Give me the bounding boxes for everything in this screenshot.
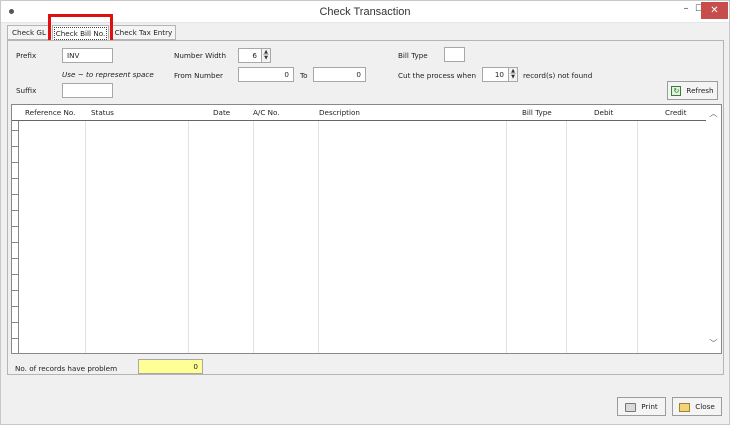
grid-column-separator	[85, 121, 86, 353]
number-width-stepper[interactable]: ▲ ▼	[261, 49, 270, 62]
cut-process-spinner[interactable]: 10 ▲ ▼	[482, 67, 518, 82]
grid-header: Reference No. Status Date A/C No. Descri…	[12, 105, 706, 121]
col-status[interactable]: Status	[86, 105, 119, 121]
cut-process-label: Cut the process when	[398, 71, 477, 80]
close-button[interactable]: Close	[672, 397, 722, 416]
col-reference-no[interactable]: Reference No.	[20, 105, 80, 121]
tab-check-gl[interactable]: Check GL	[7, 25, 51, 40]
grid-vertical-scrollbar[interactable]: ︿ ﹀	[706, 105, 721, 353]
row-indicator-tick	[12, 210, 19, 211]
grid-column-separator	[637, 121, 638, 353]
row-indicator-tick	[12, 226, 19, 227]
col-credit[interactable]: Credit	[660, 105, 692, 121]
row-indicator-tick	[12, 178, 19, 179]
refresh-label: Refresh	[686, 86, 714, 95]
cut-process-value: 10	[494, 70, 504, 79]
row-indicator-tick	[12, 290, 19, 291]
prefix-input[interactable]: INV	[62, 48, 113, 63]
print-label: Print	[641, 402, 658, 411]
col-date[interactable]: Date	[208, 105, 235, 121]
row-indicator-tick	[12, 162, 19, 163]
col-description[interactable]: Description	[314, 105, 365, 121]
row-indicator-tick	[12, 306, 19, 307]
print-button[interactable]: Print	[617, 397, 666, 416]
check-transaction-window: Check Transaction – ☐ ✕ Check GL Check B…	[0, 0, 730, 425]
col-bill-type[interactable]: Bill Type	[517, 105, 557, 121]
grid-column-separator	[318, 121, 319, 353]
problem-records-count: 0	[138, 359, 203, 374]
tab-check-tax-entry[interactable]: Check Tax Entry	[111, 25, 176, 40]
col-ac-no[interactable]: A/C No.	[248, 105, 285, 121]
number-width-spinner[interactable]: 6 ▲ ▼	[238, 48, 271, 63]
row-indicator-column	[12, 105, 19, 353]
to-number-input[interactable]: 0	[313, 67, 366, 82]
spin-down-icon[interactable]: ▼	[263, 55, 269, 61]
row-indicator-tick	[12, 274, 19, 275]
number-width-value: 6	[252, 51, 257, 60]
row-indicator-tick	[12, 258, 19, 259]
suffix-label: Suffix	[16, 86, 37, 95]
bill-type-label: Bill Type	[398, 51, 428, 60]
chevron-down-icon[interactable]: ﹀	[706, 337, 721, 351]
records-not-found-label: record(s) not found	[523, 71, 593, 80]
to-label: To	[300, 71, 308, 80]
grid-column-separator	[188, 121, 189, 353]
suffix-input[interactable]	[62, 83, 113, 98]
row-indicator-tick	[12, 338, 19, 339]
row-indicator-tick	[12, 130, 19, 131]
cut-process-stepper[interactable]: ▲ ▼	[508, 68, 517, 81]
folder-close-icon	[679, 402, 691, 412]
results-grid: Reference No. Status Date A/C No. Descri…	[11, 104, 722, 354]
row-indicator-tick	[12, 146, 19, 147]
problem-records-label: No. of records have problem	[15, 364, 118, 373]
number-width-label: Number Width	[174, 51, 227, 60]
printer-icon	[625, 402, 637, 412]
spin-down-icon[interactable]: ▼	[510, 74, 516, 80]
refresh-icon: ↻	[671, 86, 682, 96]
close-label: Close	[695, 402, 715, 411]
row-indicator-tick	[12, 194, 19, 195]
prefix-label: Prefix	[16, 51, 37, 60]
refresh-button[interactable]: ↻ Refresh	[667, 81, 718, 100]
from-number-input[interactable]: 0	[238, 67, 294, 82]
from-number-label: From Number	[174, 71, 223, 80]
grid-column-separator	[566, 121, 567, 353]
row-indicator-tick	[12, 242, 19, 243]
col-debit[interactable]: Debit	[589, 105, 618, 121]
grid-column-separator	[506, 121, 507, 353]
close-window-button[interactable]: ✕	[701, 2, 728, 19]
chevron-up-icon[interactable]: ︿	[706, 107, 721, 121]
grid-column-separator	[253, 121, 254, 353]
row-indicator-tick	[12, 322, 19, 323]
bill-type-input[interactable]	[444, 47, 465, 62]
space-hint: Use ~ to represent space	[62, 70, 154, 79]
